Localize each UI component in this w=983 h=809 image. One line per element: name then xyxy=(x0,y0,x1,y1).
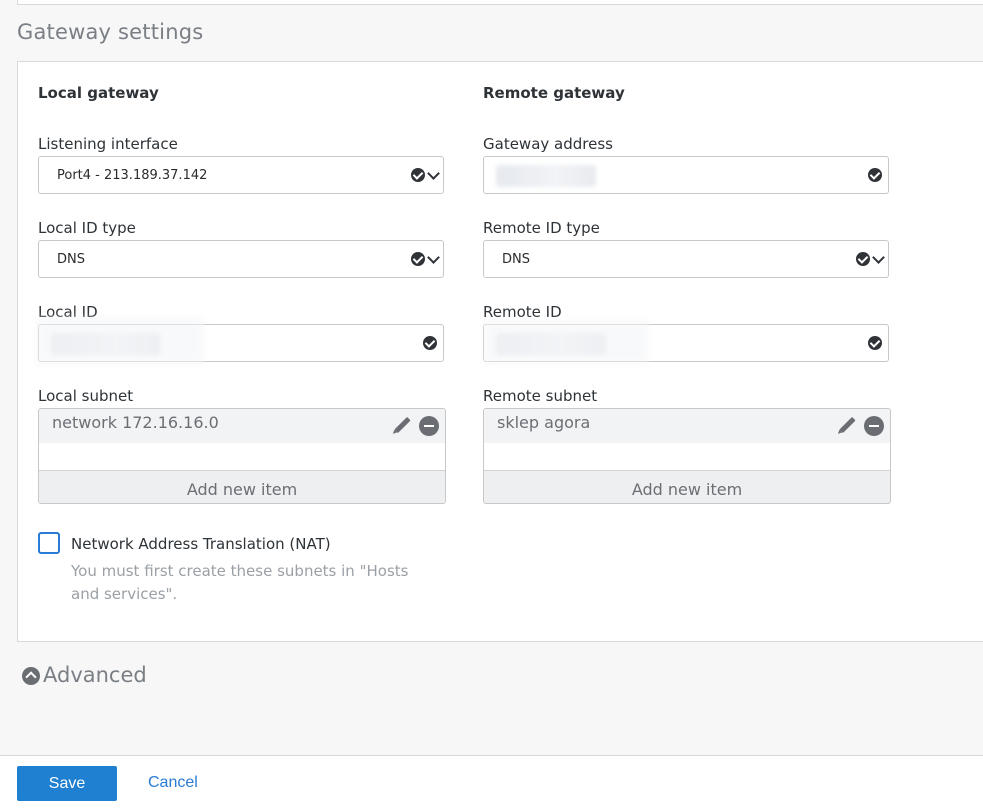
local-subnet-item-label: network 172.16.16.0 xyxy=(52,413,219,432)
list-item[interactable]: sklep agora xyxy=(484,409,890,443)
section-title: Gateway settings xyxy=(17,20,204,44)
cancel-button[interactable]: Cancel xyxy=(148,774,198,792)
remote-subnet-list: sklep agora Add new item xyxy=(483,408,891,504)
add-new-item-button[interactable]: Add new item xyxy=(484,470,890,503)
gateway-address-input[interactable] xyxy=(483,156,889,194)
valid-check-icon xyxy=(411,168,425,182)
remote-id-type-label: Remote ID type xyxy=(483,219,600,237)
previous-section-card xyxy=(17,0,983,5)
nat-hint-text: You must first create these subnets in "… xyxy=(71,562,409,603)
add-new-item-button[interactable]: Add new item xyxy=(39,470,445,503)
redaction-blur xyxy=(484,320,649,364)
remote-id-type-value: DNS xyxy=(502,252,530,267)
local-id-type-select[interactable]: DNS xyxy=(38,240,444,278)
list-item[interactable]: network 172.16.16.0 xyxy=(39,409,445,443)
chevron-down-icon xyxy=(427,167,440,180)
remote-subnet-item-label: sklep agora xyxy=(497,413,591,432)
valid-check-icon xyxy=(411,252,425,266)
gateway-address-redacted-value xyxy=(496,165,596,187)
add-new-item-label: Add new item xyxy=(186,480,298,499)
remote-id-label: Remote ID xyxy=(483,303,562,321)
remove-minus-icon[interactable] xyxy=(864,416,884,436)
valid-check-icon xyxy=(868,168,882,182)
local-subnet-label: Local subnet xyxy=(38,387,134,405)
local-id-type-label: Local ID type xyxy=(38,219,136,237)
remote-id-type-select[interactable]: DNS xyxy=(483,240,889,278)
redaction-blur xyxy=(36,317,204,365)
add-new-item-label: Add new item xyxy=(631,480,743,499)
remote-subnet-label: Remote subnet xyxy=(483,387,598,405)
listening-interface-label: Listening interface xyxy=(38,135,178,153)
valid-check-icon xyxy=(423,336,437,350)
chevron-down-icon xyxy=(427,251,440,264)
advanced-label: Advanced xyxy=(43,663,147,687)
edit-pencil-icon[interactable] xyxy=(394,416,411,434)
listening-interface-select[interactable]: Port4 - 213.189.37.142 xyxy=(38,156,444,194)
footer-bar: Save Cancel xyxy=(0,755,983,809)
listening-interface-value: Port4 - 213.189.37.142 xyxy=(57,168,208,183)
local-subnet-list: network 172.16.16.0 Add new item xyxy=(38,408,446,504)
chevron-up-circle-icon xyxy=(22,667,40,685)
local-id-type-value: DNS xyxy=(57,252,85,267)
chevron-down-icon xyxy=(872,251,885,264)
gateway-settings-card: Local gateway Listening interface Port4 … xyxy=(17,61,983,642)
local-gateway-heading: Local gateway xyxy=(38,84,159,102)
remote-gateway-heading: Remote gateway xyxy=(483,84,625,102)
nat-label[interactable]: Network Address Translation (NAT) xyxy=(71,535,331,553)
gateway-address-label: Gateway address xyxy=(483,135,613,153)
nat-checkbox[interactable] xyxy=(38,532,60,554)
valid-check-icon xyxy=(856,252,870,266)
remove-minus-icon[interactable] xyxy=(419,416,439,436)
edit-pencil-icon[interactable] xyxy=(839,416,856,434)
save-button[interactable]: Save xyxy=(17,766,117,801)
valid-check-icon xyxy=(868,336,882,350)
